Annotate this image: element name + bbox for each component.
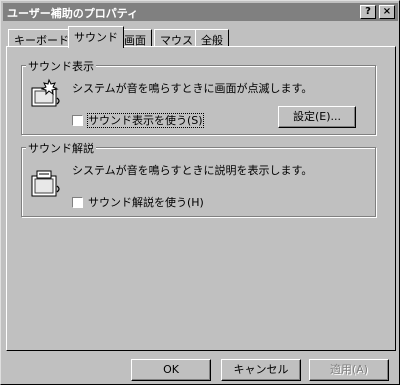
tab-general[interactable]: 全般 — [195, 29, 229, 47]
title-bar[interactable]: ユーザー補助のプロパティ ? × — [3, 3, 398, 21]
show-sounds-group-label: サウンド解説 — [26, 140, 96, 156]
show-sounds-icon — [31, 170, 60, 197]
tab-sound[interactable]: サウンド — [68, 26, 124, 48]
cancel-button[interactable]: キャンセル — [221, 359, 301, 381]
show-sounds-checkbox-box[interactable] — [72, 197, 83, 208]
sound-sentry-group: サウンド表示 システムが音を鳴らすときに画面が点滅します。 サウンド表示を使う(… — [21, 58, 376, 135]
sound-sentry-description: システムが音を鳴らすときに画面が点滅します。 — [72, 82, 313, 95]
show-sounds-checkbox[interactable]: サウンド解説を使う(H) — [72, 194, 204, 210]
sound-sentry-icon — [31, 78, 60, 107]
properties-window: ユーザー補助のプロパティ ? × キーボード サウンド 画面 マウス 全般 サウ… — [0, 0, 400, 385]
ok-button[interactable]: OK — [131, 359, 211, 381]
tab-mouse[interactable]: マウス — [154, 29, 199, 47]
sound-sentry-settings-button[interactable]: 設定(E)... — [278, 106, 356, 128]
help-button[interactable]: ? — [360, 5, 376, 19]
close-button[interactable]: × — [379, 5, 395, 19]
sound-tab-panel: サウンド表示 システムが音を鳴らすときに画面が点滅します。 サウンド表示を使う(… — [6, 46, 396, 351]
apply-button[interactable]: 適用(A) — [309, 359, 389, 381]
sound-sentry-group-label: サウンド表示 — [26, 58, 96, 74]
show-sounds-description: システムが音を鳴らすときに説明を表示します。 — [72, 164, 313, 177]
show-sounds-group: サウンド解説 システムが音を鳴らすときに説明を表示します。 サウンド解説を使う(… — [21, 140, 376, 217]
sound-sentry-checkbox-box[interactable] — [72, 115, 83, 126]
sound-sentry-checkbox-label: サウンド表示を使う(S) — [87, 113, 204, 128]
show-sounds-checkbox-label: サウンド解説を使う(H) — [88, 196, 204, 209]
tab-keyboard[interactable]: キーボード — [8, 29, 75, 47]
sound-sentry-checkbox[interactable]: サウンド表示を使う(S) — [72, 112, 204, 128]
window-title: ユーザー補助のプロパティ — [7, 7, 139, 20]
